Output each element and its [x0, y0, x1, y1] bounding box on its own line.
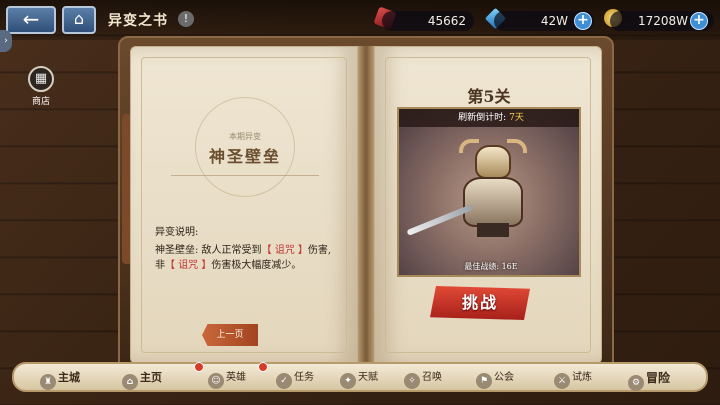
curse-keyword: 【 诅咒 】 [261, 245, 308, 256]
best-power: 最佳战绩: 16E [464, 262, 518, 271]
nav-trial[interactable]: ⚔ 试炼 [554, 368, 592, 389]
nav-label: 公会 [494, 372, 514, 383]
desc-text-1: 神圣壁垒: 敌人正常受到 [155, 245, 262, 256]
add-gem-button[interactable]: + [574, 12, 592, 30]
chevron-right-icon: › [4, 36, 8, 46]
talent-icon: ✦ [340, 373, 356, 389]
trial-icon: ⚔ [554, 373, 570, 389]
description-body: 神圣壁垒: 敌人正常受到【 诅咒 】伤害, 非【 诅咒 】伤害极大幅度减少。 [155, 243, 333, 273]
boss-helmet [475, 145, 511, 179]
add-coin-button[interactable]: + [690, 12, 708, 30]
shop-label: 商店 [31, 97, 50, 107]
home-icon: ⌂ [122, 374, 138, 390]
nav-adventure[interactable]: ⚙ 冒险 [628, 368, 671, 391]
nav-label: 主城 [58, 371, 80, 384]
nav-main-page[interactable]: ⌂ 主页 [122, 362, 204, 390]
task-icon: ✓ [276, 373, 292, 389]
side-expand-tab[interactable]: › [0, 30, 12, 52]
boss-legs [477, 223, 509, 237]
nav-label: 任务 [294, 372, 314, 383]
season-subtitle: 本期异变 [229, 132, 261, 141]
adventure-icon: ⚙ [628, 375, 644, 391]
refresh-countdown: 刷新倒计时: 7天 [399, 109, 579, 127]
nav-guild[interactable]: ⚑ 公会 [476, 368, 514, 389]
hero-icon: ☺ [208, 373, 224, 389]
notification-badge [194, 362, 204, 372]
ornament-divider [171, 175, 319, 176]
nav-hero[interactable]: ☺ 英雄 [208, 362, 268, 389]
nav-label: 天赋 [358, 372, 378, 383]
notification-badge [258, 362, 268, 372]
nav-main-city[interactable]: ♜ 主城 [40, 368, 80, 390]
boss-armor [463, 177, 523, 227]
shop-button[interactable]: ▦ 商店 [24, 66, 58, 107]
boss-figure [455, 139, 531, 237]
desc-text-3: 伤害极大幅度减少。 [211, 260, 302, 271]
book-spine [358, 46, 374, 364]
description-heading: 异变说明: [155, 227, 199, 238]
nav-label: 召唤 [422, 372, 442, 383]
refresh-value: 7天 [509, 113, 524, 123]
refresh-label: 刷新倒计时: [458, 113, 507, 123]
home-icon: ⌂ [73, 9, 85, 28]
curse-keyword: 【 诅咒 】 [165, 260, 212, 271]
summon-icon: ✧ [404, 373, 420, 389]
nav-label: 试炼 [572, 372, 592, 383]
nav-label: 冒险 [646, 371, 671, 385]
home-button[interactable]: ⌂ [62, 6, 96, 34]
page-title: 异变之书 [108, 13, 168, 29]
stage-label: 第5关 [467, 87, 511, 106]
nav-label: 英雄 [226, 372, 246, 383]
nav-label: 主页 [140, 371, 162, 384]
ruby-counter: 45662 [382, 11, 474, 31]
stage-boss-card[interactable]: 刷新倒计时: 7天 最佳战绩: 16E [397, 107, 581, 277]
castle-icon: ♜ [40, 374, 56, 390]
bottom-nav: ♜ 主城 ⌂ 主页 ☺ 英雄 ✓ 任务 ✦ 天赋 ✧ 召唤 ⚑ 公会 ⚔ 试炼 ⚙ 冒险 [12, 362, 708, 392]
book: 本期异变 神圣壁垒 异变说明: 神圣壁垒: 敌人正常受到【 诅咒 】伤害, 非【… [118, 36, 614, 372]
info-icon[interactable]: ! [178, 11, 194, 27]
boss-horn [507, 139, 527, 153]
nav-task[interactable]: ✓ 任务 [276, 368, 314, 389]
challenge-button[interactable]: 挑战 [430, 286, 530, 320]
shop-icon: ▦ [28, 66, 54, 92]
guild-icon: ⚑ [476, 373, 492, 389]
left-page: 本期异变 神圣壁垒 异变说明: 神圣壁垒: 敌人正常受到【 诅咒 】伤害, 非【… [130, 46, 358, 364]
back-arrow-icon: ← [22, 7, 40, 31]
nav-summon[interactable]: ✧ 召唤 [404, 368, 442, 389]
back-button[interactable]: ← [6, 6, 56, 34]
nav-talent[interactable]: ✦ 天赋 [340, 368, 378, 389]
prev-page-button[interactable]: 上一页 [202, 324, 258, 346]
season-title: 神圣壁垒 [208, 147, 281, 166]
